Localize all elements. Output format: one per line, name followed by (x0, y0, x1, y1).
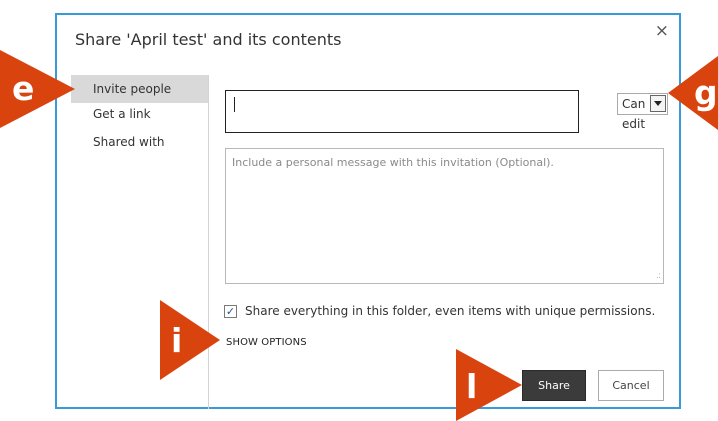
callout-g-letter: g (694, 73, 718, 112)
invite-people-input[interactable] (225, 90, 579, 133)
personal-message-textarea[interactable]: Include a personal message with this inv… (225, 148, 664, 284)
show-options-link[interactable]: SHOW OPTIONS (226, 337, 307, 348)
callout-i-arrow-shape (160, 300, 220, 380)
callout-l-letter: l (466, 367, 478, 406)
callout-i-letter: i (171, 321, 183, 360)
sidebar-item-shared-with[interactable]: Shared with (71, 128, 208, 156)
sidebar-item-invite-people[interactable]: Invite people (71, 75, 208, 103)
cancel-button[interactable]: Cancel (598, 370, 664, 401)
message-placeholder: Include a personal message with this inv… (232, 156, 554, 169)
share-everything-label: Share everything in this folder, even it… (245, 304, 656, 318)
text-caret (234, 97, 235, 112)
share-dialog: Share 'April test' and its contents × In… (55, 13, 681, 409)
dialog-title: Share 'April test' and its contents (75, 30, 342, 49)
resize-grip-icon[interactable]: .: (656, 271, 661, 281)
sidebar-item-get-a-link[interactable]: Get a link (71, 100, 208, 128)
close-icon[interactable]: × (655, 21, 669, 41)
share-button[interactable]: Share (522, 370, 586, 401)
permission-select-value: Can edit (622, 97, 646, 131)
share-everything-option: ✓ Share everything in this folder, even … (224, 304, 655, 318)
checkbox-checked-icon[interactable]: ✓ (224, 304, 237, 318)
callout-e-letter: e (12, 69, 35, 108)
chevron-down-icon[interactable] (650, 95, 666, 112)
